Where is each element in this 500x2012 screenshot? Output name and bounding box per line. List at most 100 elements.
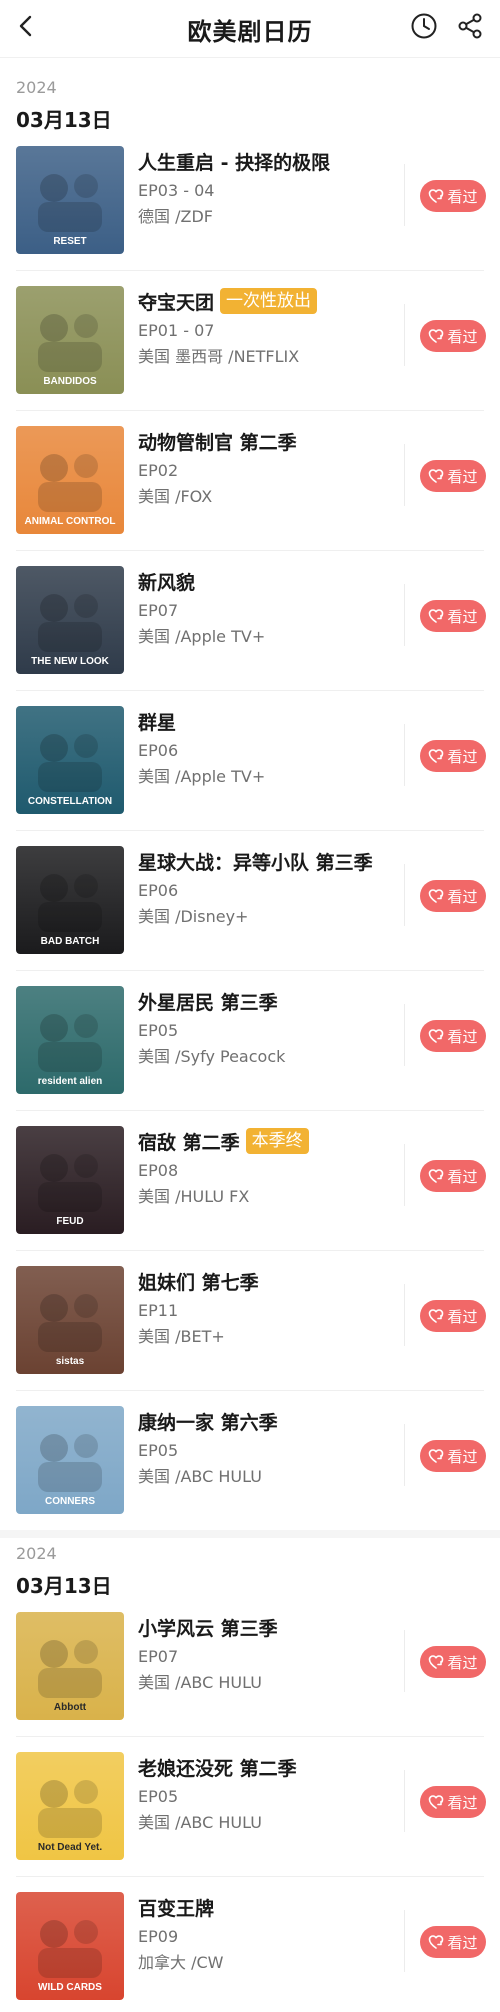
region-network: 美国 /ABC HULU [138, 1673, 262, 1692]
poster-image: resident alien [16, 986, 124, 1094]
list-item[interactable]: THE NEW LOOK 新风貌 EP07 美国 /Apple TV+ 看过 [0, 566, 500, 706]
show-title[interactable]: 人生重启 - 抉择的极限 [138, 148, 330, 175]
list-item[interactable]: BANDIDOS 夺宝天团 一次性放出 EP01 - 07 美国 墨西哥 /NE… [0, 286, 500, 426]
watched-button-label: 看过 [447, 327, 478, 346]
show-info: 星球大战：异等小队 第三季 EP06 美国 /Disney+ [138, 846, 398, 929]
watched-button[interactable]: 看过 [420, 1926, 486, 1958]
list-item[interactable]: resident alien 外星居民 第三季 EP05 美国 /Syfy Pe… [0, 986, 500, 1126]
show-info: 群星 EP06 美国 /Apple TV+ [138, 706, 398, 789]
list-item[interactable]: sistas 姐妹们 第七季 EP11 美国 /BET+ 看过 [0, 1266, 500, 1406]
watched-button[interactable]: 看过 [420, 740, 486, 772]
episode-label: EP11 [138, 1301, 179, 1320]
show-title[interactable]: 老娘还没死 第二季 [138, 1754, 297, 1781]
watched-button-label: 看过 [447, 1027, 478, 1046]
row-separator [16, 410, 484, 411]
heart-refresh-icon [428, 1448, 444, 1464]
heart-refresh-icon [428, 888, 444, 904]
show-title[interactable]: 星球大战：异等小队 第三季 [138, 848, 373, 875]
watched-button[interactable]: 看过 [420, 1160, 486, 1192]
show-poster[interactable]: Not Dead Yet. [16, 1752, 124, 1860]
watched-button[interactable]: 看过 [420, 320, 486, 352]
section-year: 2024 [16, 78, 57, 97]
show-title[interactable]: 小学风云 第三季 [138, 1614, 278, 1641]
region-network: 美国 /ABC HULU [138, 1813, 262, 1832]
list-item[interactable]: CONSTELLATION 群星 EP06 美国 /Apple TV+ 看过 [0, 706, 500, 846]
episode-label: EP07 [138, 601, 179, 620]
region-network: 美国 /Syfy Peacock [138, 1047, 286, 1066]
watched-button-label: 看过 [447, 467, 478, 486]
poster-image: BAD BATCH [16, 846, 124, 954]
vertical-divider [404, 1910, 405, 1972]
show-poster[interactable]: ANIMAL CONTROL [16, 426, 124, 534]
poster-caption: RESET [53, 236, 86, 247]
row-separator [16, 1876, 484, 1877]
list-item[interactable]: BAD BATCH 星球大战：异等小队 第三季 EP06 美国 /Disney+ [0, 846, 500, 986]
watched-button[interactable]: 看过 [420, 1020, 486, 1052]
watched-button-label: 看过 [447, 1447, 478, 1466]
show-poster[interactable]: RESET [16, 146, 124, 254]
clock-icon [410, 12, 438, 44]
vertical-divider [404, 164, 405, 226]
show-title[interactable]: 外星居民 第三季 [138, 988, 278, 1015]
show-info: 外星居民 第三季 EP05 美国 /Syfy Peacock [138, 986, 398, 1069]
show-title[interactable]: 群星 [138, 708, 176, 735]
heart-refresh-icon [428, 608, 444, 624]
show-poster[interactable]: Abbott [16, 1612, 124, 1720]
vertical-divider [404, 864, 405, 926]
heart-refresh-icon [428, 1654, 444, 1670]
show-info: 动物管制官 第二季 EP02 美国 /FOX [138, 426, 398, 509]
show-poster[interactable]: BAD BATCH [16, 846, 124, 954]
title-row: 姐妹们 第七季 [138, 1266, 398, 1296]
heart-refresh-icon [428, 188, 444, 204]
watched-button[interactable]: 看过 [420, 600, 486, 632]
show-title[interactable]: 康纳一家 第六季 [138, 1408, 278, 1435]
list-item[interactable]: Not Dead Yet. 老娘还没死 第二季 EP05 美国 /ABC HUL… [0, 1752, 500, 1892]
show-info: 百变王牌 EP09 加拿大 /CW [138, 1892, 398, 1975]
show-poster[interactable]: sistas [16, 1266, 124, 1374]
watched-button[interactable]: 看过 [420, 1646, 486, 1678]
show-poster[interactable]: BANDIDOS [16, 286, 124, 394]
show-poster[interactable]: resident alien [16, 986, 124, 1094]
vertical-divider [404, 1144, 405, 1206]
share-button[interactable] [454, 12, 486, 44]
watched-button[interactable]: 看过 [420, 180, 486, 212]
region-network: 美国 墨西哥 /NETFLIX [138, 347, 300, 366]
watched-button[interactable]: 看过 [420, 460, 486, 492]
show-poster[interactable]: FEUD [16, 1126, 124, 1234]
list-item[interactable]: FEUD 宿敌 第二季 本季终 EP08 美国 /HULU FX 看过 [0, 1126, 500, 1266]
row-separator [16, 270, 484, 271]
show-poster[interactable]: CONNERS [16, 1406, 124, 1514]
show-poster[interactable]: THE NEW LOOK [16, 566, 124, 674]
list-item[interactable]: RESET 人生重启 - 抉择的极限 EP03 - 04 德国 /ZDF 看过 [0, 146, 500, 286]
region-network: 德国 /ZDF [138, 207, 213, 226]
vertical-divider [404, 1284, 405, 1346]
poster-image: RESET [16, 146, 124, 254]
header-divider [0, 57, 500, 58]
show-info: 老娘还没死 第二季 EP05 美国 /ABC HULU [138, 1752, 398, 1835]
watched-button[interactable]: 看过 [420, 1300, 486, 1332]
poster-caption: CONNERS [45, 1496, 95, 1507]
list-item[interactable]: Abbott 小学风云 第三季 EP07 美国 /ABC HULU 看过 [0, 1612, 500, 1752]
watched-button[interactable]: 看过 [420, 1440, 486, 1472]
row-separator [16, 1390, 484, 1391]
vertical-divider [404, 444, 405, 506]
poster-image: THE NEW LOOK [16, 566, 124, 674]
history-button[interactable] [408, 12, 440, 44]
show-title[interactable]: 动物管制官 第二季 [138, 428, 297, 455]
show-title[interactable]: 百变王牌 [138, 1894, 214, 1921]
watched-button[interactable]: 看过 [420, 1786, 486, 1818]
list-item[interactable]: WILD CARDS 百变王牌 EP09 加拿大 /CW 看过 [0, 1892, 500, 2012]
list-item[interactable]: ANIMAL CONTROL 动物管制官 第二季 EP02 美国 /FOX 看过 [0, 426, 500, 566]
top-bar: 欧美剧日历 [0, 0, 500, 58]
show-title[interactable]: 新风貌 [138, 568, 195, 595]
show-poster[interactable]: WILD CARDS [16, 1892, 124, 2000]
poster-caption: Abbott [54, 1702, 87, 1713]
vertical-divider [404, 724, 405, 786]
show-title[interactable]: 姐妹们 第七季 [138, 1268, 259, 1295]
show-title[interactable]: 夺宝天团 [138, 288, 214, 315]
episode-label: EP07 [138, 1647, 179, 1666]
show-poster[interactable]: CONSTELLATION [16, 706, 124, 814]
show-title[interactable]: 宿敌 第二季 [138, 1128, 240, 1155]
list-item[interactable]: CONNERS 康纳一家 第六季 EP05 美国 /ABC HULU 看过 [0, 1406, 500, 1546]
watched-button[interactable]: 看过 [420, 880, 486, 912]
